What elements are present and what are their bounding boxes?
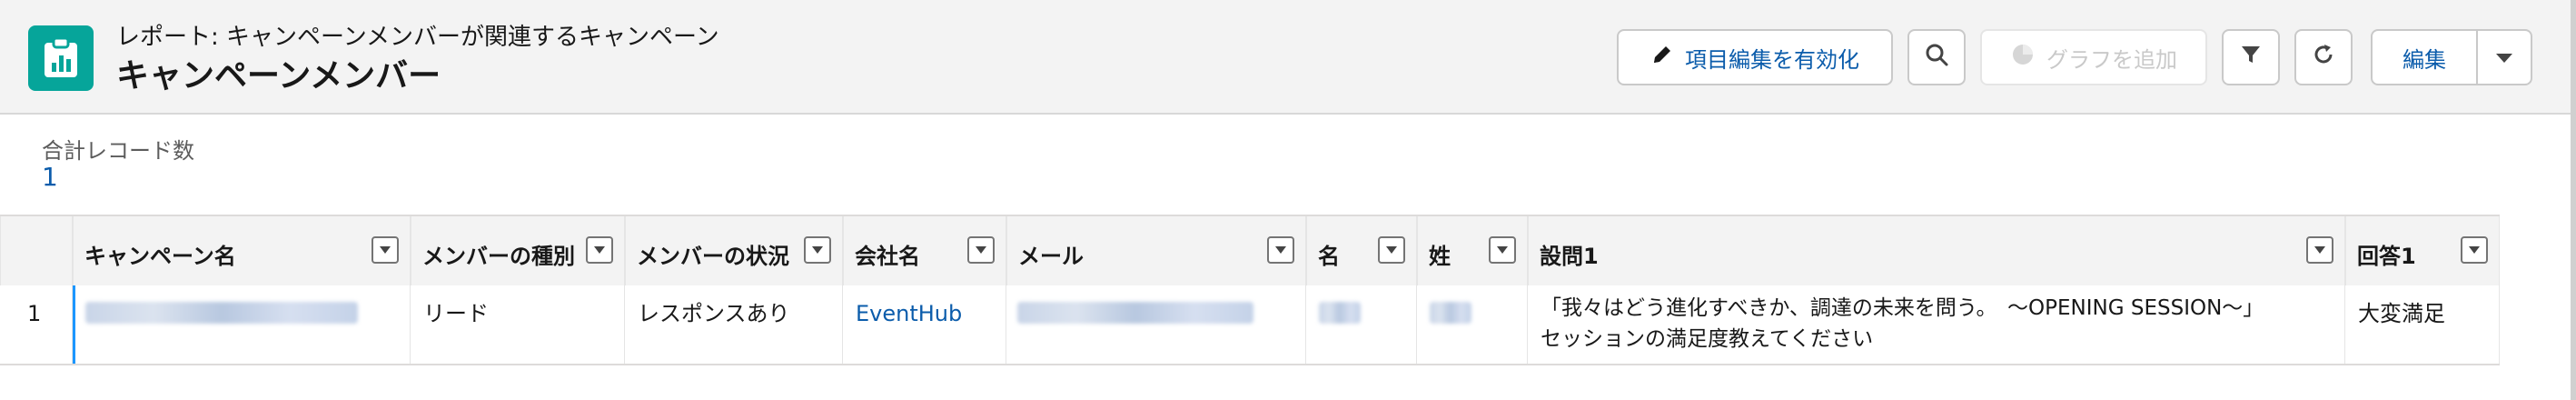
chevron-down-icon — [2494, 45, 2514, 70]
column-header-email[interactable]: メール — [1006, 216, 1306, 285]
page-title: キャンペーンメンバー — [116, 57, 441, 95]
cell-member-status: レスポンスあり — [625, 285, 843, 364]
edit-menu-button[interactable] — [2476, 29, 2532, 85]
question1-line2: セッションの満足度教えてください — [1541, 327, 1874, 351]
refresh-icon — [2311, 42, 2336, 73]
redacted-last-name — [1430, 302, 1471, 324]
column-menu-icon[interactable] — [2306, 236, 2333, 264]
report-icon — [28, 25, 94, 91]
table-row[interactable]: 1 リード レスポンスあり EventHub 「我々はどう進化すべきか、調達の未… — [0, 285, 2500, 365]
selected-cell-indicator — [73, 285, 75, 364]
column-menu-icon[interactable] — [804, 236, 831, 264]
refresh-button[interactable] — [2294, 29, 2353, 85]
report-header: レポート: キャンペーンメンバーが関連するキャンペーン キャンペーンメンバー 項… — [0, 0, 2576, 115]
add-chart-label: グラフを追加 — [2046, 46, 2177, 73]
edit-button[interactable]: 編集 — [2371, 29, 2478, 85]
report-type-subtitle: レポート: キャンペーンメンバーが関連するキャンペーン — [116, 24, 719, 51]
enable-field-edit-button[interactable]: 項目編集を有効化 — [1617, 29, 1893, 85]
cell-first-name[interactable] — [1306, 285, 1417, 364]
column-header-company[interactable]: 会社名 — [843, 216, 1006, 285]
total-records-value: 1 — [42, 162, 58, 192]
column-header-answer1[interactable]: 回答1 — [2345, 216, 2500, 285]
column-header-campaign-name[interactable]: キャンペーン名 — [73, 216, 411, 285]
column-menu-icon[interactable] — [1489, 236, 1516, 264]
column-menu-icon[interactable] — [586, 236, 613, 264]
table-header: キャンペーン名 メンバーの種別 メンバーの状況 会社名 メール 名 姓 設問1 — [0, 215, 2500, 287]
cell-campaign-name[interactable] — [73, 285, 411, 364]
search-button[interactable] — [1907, 29, 1966, 85]
column-header-question1[interactable]: 設問1 — [1528, 216, 2345, 285]
add-chart-button[interactable]: グラフを追加 — [1980, 29, 2207, 85]
pencil-icon — [1650, 43, 1674, 72]
cell-email[interactable] — [1006, 285, 1306, 364]
cell-last-name[interactable] — [1417, 285, 1528, 364]
column-header-last-name[interactable]: 姓 — [1417, 216, 1528, 285]
column-header-member-type[interactable]: メンバーの種別 — [411, 216, 625, 285]
column-menu-icon[interactable] — [1378, 236, 1405, 264]
row-number: 1 — [0, 285, 73, 364]
cell-company[interactable]: EventHub — [843, 285, 1006, 364]
filter-icon — [2239, 43, 2263, 72]
cell-question1: 「我々はどう進化すべきか、調達の未来を問う。 〜OPENING SESSION〜… — [1528, 285, 2345, 364]
redacted-email — [1017, 302, 1253, 324]
cell-answer1: 大変満足 — [2345, 285, 2500, 364]
column-menu-icon[interactable] — [967, 236, 995, 264]
cell-member-type: リード — [411, 285, 625, 364]
search-icon — [1924, 42, 1949, 73]
chart-icon — [2010, 42, 2036, 73]
question1-line1: 「我々はどう進化すべきか、調達の未来を問う。 〜OPENING SESSION〜… — [1541, 296, 2264, 320]
column-header-member-status[interactable]: メンバーの状況 — [625, 216, 843, 285]
enable-field-edit-label: 項目編集を有効化 — [1685, 46, 1859, 73]
scrollbar[interactable] — [2571, 0, 2576, 400]
filter-button[interactable] — [2222, 29, 2280, 85]
redacted-campaign-name — [85, 302, 358, 324]
total-records-label: 合計レコード数 — [42, 138, 194, 164]
redacted-first-name — [1319, 302, 1361, 324]
column-menu-icon[interactable] — [2461, 236, 2488, 264]
edit-label: 編集 — [2403, 46, 2446, 73]
column-header-first-name[interactable]: 名 — [1306, 216, 1417, 285]
column-header-rownum — [0, 216, 73, 285]
column-menu-icon[interactable] — [1267, 236, 1294, 264]
column-menu-icon[interactable] — [372, 236, 399, 264]
